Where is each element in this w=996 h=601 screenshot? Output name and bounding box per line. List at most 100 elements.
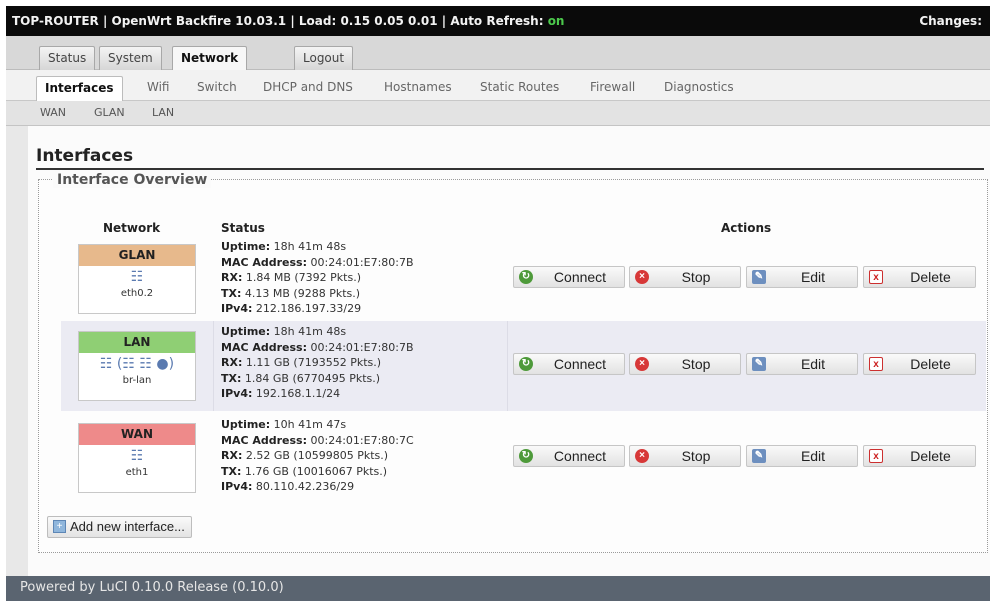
stop-button[interactable]: × Stop bbox=[629, 266, 741, 288]
header-bar: TOP-ROUTER | OpenWrt Backfire 10.03.1 | … bbox=[6, 6, 990, 36]
delete-icon: x bbox=[869, 357, 883, 371]
device-name: eth1 bbox=[125, 467, 149, 478]
mac-label: MAC Address: bbox=[221, 433, 308, 447]
uptime-label: Uptime: bbox=[221, 418, 271, 431]
connect-button[interactable]: ↻ Connect bbox=[513, 445, 625, 467]
stop-button[interactable]: × Stop bbox=[629, 353, 741, 375]
tab-network[interactable]: Network bbox=[172, 46, 248, 71]
title-divider bbox=[36, 168, 984, 170]
main-menu: Status System Network Logout bbox=[6, 36, 990, 71]
network-name: LAN bbox=[79, 332, 195, 353]
uptime-value: 18h 41m 48s bbox=[273, 240, 347, 253]
tab-logout[interactable]: Logout bbox=[294, 46, 354, 70]
rx-label: RX: bbox=[221, 356, 243, 369]
tab-diagnostics[interactable]: Diagnostics bbox=[656, 76, 742, 101]
rx-value: 1.84 MB (7392 Pkts.) bbox=[245, 271, 361, 284]
tab-hostnames[interactable]: Hostnames bbox=[376, 76, 460, 101]
interface-row-wan: WAN ☷ eth1 Uptime: 10h 41m 47s MAC Addre… bbox=[61, 415, 986, 505]
uptime-label: Uptime: bbox=[221, 325, 271, 338]
column-separator bbox=[507, 321, 508, 411]
network-name: GLAN bbox=[79, 245, 195, 266]
refresh-icon: ↻ bbox=[519, 270, 533, 284]
tab-firewall[interactable]: Firewall bbox=[582, 76, 643, 101]
ethernet-icon: ☷ bbox=[130, 448, 144, 464]
tx-value: 1.76 GB (10016067 Pkts.) bbox=[244, 464, 388, 478]
status-column-header: Status bbox=[221, 221, 265, 235]
edit-button[interactable]: ✎ Edit bbox=[746, 266, 858, 288]
interface-status: Uptime: 18h 41m 48s MAC Address: 00:24:0… bbox=[221, 324, 414, 402]
edit-button[interactable]: ✎ Edit bbox=[746, 445, 858, 467]
overview-legend: Interface Overview bbox=[53, 172, 212, 188]
interface-overview: Interface Overview Network Status Action… bbox=[38, 172, 988, 553]
mac-value: 00:24:01:E7:80:7C bbox=[310, 433, 414, 447]
footer: Powered by LuCI 0.10.0 Release (0.10.0) bbox=[6, 576, 990, 601]
ipv4-value: 192.168.1.1/24 bbox=[255, 387, 341, 400]
stop-icon: × bbox=[635, 357, 649, 371]
interface-row-lan: LAN ☷ (☷ ☷ ●) br-lan Uptime: 18h 41m 48s… bbox=[61, 321, 986, 411]
connect-button[interactable]: ↻ Connect bbox=[513, 266, 625, 288]
pencil-icon: ✎ bbox=[752, 270, 766, 284]
network-box: LAN ☷ (☷ ☷ ●) br-lan bbox=[78, 331, 196, 401]
refresh-icon: ↻ bbox=[519, 357, 533, 371]
ipv4-value: 212.186.197.33/29 bbox=[255, 302, 362, 315]
delete-button[interactable]: x Delete bbox=[863, 353, 976, 375]
network-box: GLAN ☷ eth0.2 bbox=[78, 244, 196, 314]
interface-status: Uptime: 10h 41m 47s MAC Address: 00:24:0… bbox=[221, 417, 414, 495]
network-box: WAN ☷ eth1 bbox=[78, 423, 196, 493]
network-name: WAN bbox=[79, 424, 195, 445]
ipv4-label: IPv4: bbox=[221, 480, 253, 493]
delete-button[interactable]: x Delete bbox=[863, 445, 976, 467]
tab-interfaces[interactable]: Interfaces bbox=[36, 76, 123, 101]
stop-button[interactable]: × Stop bbox=[629, 445, 741, 467]
network-submenu: Interfaces Wifi Switch DHCP and DNS Host… bbox=[6, 70, 990, 101]
delete-button[interactable]: x Delete bbox=[863, 266, 976, 288]
ipv4-label: IPv4: bbox=[221, 387, 253, 400]
ipv4-label: IPv4: bbox=[221, 302, 253, 315]
tab-switch[interactable]: Switch bbox=[189, 76, 245, 101]
add-interface-button[interactable]: + Add new interface... bbox=[47, 516, 192, 538]
actions-column-header: Actions bbox=[721, 221, 772, 235]
tx-value: 1.84 GB (6770495 Pkts.) bbox=[244, 371, 381, 385]
tx-value: 4.13 MB (9288 Pkts.) bbox=[244, 286, 361, 300]
tab-wifi[interactable]: Wifi bbox=[139, 76, 178, 101]
rx-label: RX: bbox=[221, 271, 243, 284]
column-separator bbox=[213, 321, 214, 411]
rx-label: RX: bbox=[221, 449, 243, 462]
add-interface-label: Add new interface... bbox=[70, 519, 185, 534]
uptime-label: Uptime: bbox=[221, 240, 271, 253]
pencil-icon: ✎ bbox=[752, 449, 766, 463]
ethernet-icon: ☷ bbox=[130, 269, 144, 285]
device-name: br-lan bbox=[122, 375, 152, 386]
tab-static-routes[interactable]: Static Routes bbox=[472, 76, 567, 101]
system-info: TOP-ROUTER | OpenWrt Backfire 10.03.1 | … bbox=[12, 14, 548, 28]
interface-row-glan: GLAN ☷ eth0.2 Uptime: 18h 41m 48s MAC Ad… bbox=[61, 236, 986, 326]
tx-label: TX: bbox=[221, 371, 242, 385]
delete-icon: x bbox=[869, 270, 883, 284]
uptime-value: 10h 41m 47s bbox=[273, 418, 347, 431]
mac-label: MAC Address: bbox=[221, 255, 308, 269]
luci-window: TOP-ROUTER | OpenWrt Backfire 10.03.1 | … bbox=[6, 6, 990, 601]
mac-value: 00:24:01:E7:80:7B bbox=[310, 340, 414, 354]
stop-icon: × bbox=[635, 270, 649, 284]
stop-icon: × bbox=[635, 449, 649, 463]
network-column-header: Network bbox=[103, 221, 161, 235]
changes-link[interactable]: Changes: bbox=[919, 6, 982, 36]
content-area: Interfaces Interface Overview Network St… bbox=[28, 126, 990, 584]
tab-lan[interactable]: LAN bbox=[152, 106, 174, 119]
tab-wan[interactable]: WAN bbox=[40, 106, 66, 119]
tab-system[interactable]: System bbox=[99, 46, 162, 70]
auto-refresh-toggle[interactable]: on bbox=[548, 14, 565, 28]
interface-status: Uptime: 18h 41m 48s MAC Address: 00:24:0… bbox=[221, 239, 414, 317]
tab-status[interactable]: Status bbox=[39, 46, 96, 70]
connect-button[interactable]: ↻ Connect bbox=[513, 353, 625, 375]
delete-icon: x bbox=[869, 449, 883, 463]
tab-dhcp-dns[interactable]: DHCP and DNS bbox=[255, 76, 361, 101]
tab-glan[interactable]: GLAN bbox=[94, 106, 125, 119]
device-name: eth0.2 bbox=[120, 288, 154, 299]
pencil-icon: ✎ bbox=[752, 357, 766, 371]
refresh-icon: ↻ bbox=[519, 449, 533, 463]
tx-label: TX: bbox=[221, 286, 242, 300]
add-icon: + bbox=[53, 520, 66, 533]
edit-button[interactable]: ✎ Edit bbox=[746, 353, 858, 375]
tx-label: TX: bbox=[221, 464, 242, 478]
